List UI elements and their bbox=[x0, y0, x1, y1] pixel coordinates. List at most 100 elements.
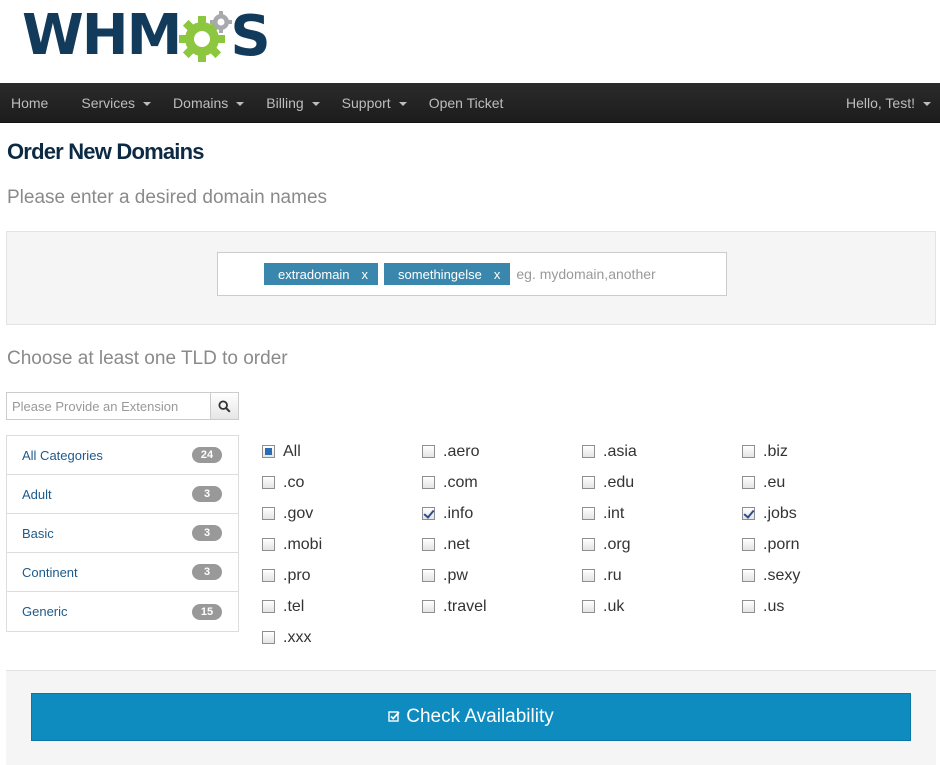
tag-remove-icon[interactable]: x bbox=[362, 267, 369, 282]
category-item-basic[interactable]: Basic 3 bbox=[7, 514, 238, 553]
chevron-down-icon bbox=[398, 101, 407, 106]
nav-support[interactable]: Support bbox=[331, 83, 418, 123]
extension-search-button[interactable] bbox=[211, 392, 239, 420]
tld-checkbox[interactable] bbox=[742, 538, 755, 551]
tld-checkbox[interactable] bbox=[582, 569, 595, 582]
search-icon bbox=[218, 399, 231, 413]
tld-checkbox[interactable] bbox=[422, 476, 435, 489]
tld-checkbox[interactable] bbox=[422, 569, 435, 582]
tld-label: .sexy bbox=[763, 566, 801, 584]
nav-domains[interactable]: Domains bbox=[162, 83, 255, 123]
tld-label: .asia bbox=[603, 442, 637, 460]
tld-label: .biz bbox=[763, 442, 788, 460]
tld-checkbox[interactable] bbox=[262, 600, 275, 613]
tld-option[interactable]: .biz bbox=[742, 436, 902, 467]
tld-option[interactable]: .tel bbox=[262, 591, 422, 622]
tld-option[interactable]: .ru bbox=[582, 560, 742, 591]
nav-open-ticket[interactable]: Open Ticket bbox=[418, 83, 515, 123]
tld-option[interactable]: .uk bbox=[582, 591, 742, 622]
tld-checkbox[interactable] bbox=[262, 538, 275, 551]
category-count-badge: 3 bbox=[192, 564, 222, 580]
tld-checkbox[interactable] bbox=[582, 507, 595, 520]
gear-logo-icon bbox=[179, 11, 233, 62]
tld-option[interactable]: .eu bbox=[742, 467, 902, 498]
extension-search-input[interactable]: Please Provide an Extension bbox=[6, 392, 211, 420]
tld-label: .ru bbox=[603, 566, 622, 584]
tld-option[interactable]: .us bbox=[742, 591, 902, 622]
category-item-continent[interactable]: Continent 3 bbox=[7, 553, 238, 592]
logo-text-left: WHM bbox=[22, 3, 182, 68]
tld-checkbox[interactable] bbox=[262, 507, 275, 520]
whmcs-logo[interactable]: WHM S bbox=[22, 3, 271, 69]
domain-tag: somethingelse x bbox=[384, 263, 511, 285]
nav-user-menu[interactable]: Hello, Test! bbox=[835, 83, 940, 123]
tld-checkbox[interactable] bbox=[422, 445, 435, 458]
category-label: Basic bbox=[22, 525, 54, 541]
tld-option[interactable]: .int bbox=[582, 498, 742, 529]
nav-home[interactable]: Home bbox=[0, 83, 70, 123]
tld-checkbox[interactable] bbox=[582, 445, 595, 458]
tld-option[interactable]: .xxx bbox=[262, 622, 422, 653]
domain-tag-input[interactable]: extradomain x somethingelse x eg. mydoma… bbox=[217, 252, 727, 296]
category-label: Continent bbox=[22, 564, 78, 580]
nav-open-ticket-label: Open Ticket bbox=[428, 94, 504, 111]
tld-checkbox[interactable] bbox=[262, 445, 275, 458]
tld-option[interactable]: .edu bbox=[582, 467, 742, 498]
tld-option[interactable]: .mobi bbox=[262, 529, 422, 560]
category-count-badge: 24 bbox=[192, 447, 222, 463]
tld-option[interactable]: .aero bbox=[422, 436, 582, 467]
tld-label: .eu bbox=[763, 473, 786, 491]
tld-label: .com bbox=[443, 473, 478, 491]
category-item-adult[interactable]: Adult 3 bbox=[7, 475, 238, 514]
chevron-down-icon bbox=[311, 101, 320, 106]
tld-label: .aero bbox=[443, 442, 480, 460]
tld-checkbox[interactable] bbox=[262, 476, 275, 489]
tld-checkbox[interactable] bbox=[742, 569, 755, 582]
tld-option[interactable]: .asia bbox=[582, 436, 742, 467]
tld-option[interactable]: .com bbox=[422, 467, 582, 498]
tld-checkbox[interactable] bbox=[742, 476, 755, 489]
chevron-down-icon bbox=[143, 101, 152, 106]
tld-checkbox[interactable] bbox=[742, 507, 755, 520]
tld-label: .org bbox=[603, 535, 631, 553]
tld-checkbox[interactable] bbox=[742, 600, 755, 613]
tld-checkbox[interactable] bbox=[262, 569, 275, 582]
category-count-badge: 15 bbox=[192, 603, 222, 620]
tld-checkbox[interactable] bbox=[582, 538, 595, 551]
tld-option[interactable]: .pw bbox=[422, 560, 582, 591]
tld-option[interactable]: .co bbox=[262, 467, 422, 498]
tld-option[interactable]: .porn bbox=[742, 529, 902, 560]
tld-label: .tel bbox=[283, 597, 305, 615]
category-item-generic[interactable]: Generic 15 bbox=[7, 592, 238, 631]
nav-services-label: Services bbox=[81, 94, 136, 111]
tld-option[interactable]: .net bbox=[422, 529, 582, 560]
tld-checkbox[interactable] bbox=[742, 445, 755, 458]
tld-option[interactable]: .jobs bbox=[742, 498, 902, 529]
extension-search: Please Provide an Extension bbox=[6, 392, 239, 420]
tld-option[interactable]: .sexy bbox=[742, 560, 902, 591]
nav-services[interactable]: Services bbox=[70, 83, 162, 123]
domain-input-placeholder[interactable]: eg. mydomain,another bbox=[516, 266, 655, 282]
nav-billing[interactable]: Billing bbox=[255, 83, 330, 123]
category-count-badge: 3 bbox=[192, 525, 222, 541]
tld-checkbox[interactable] bbox=[422, 600, 435, 613]
tld-label: .edu bbox=[603, 473, 635, 491]
tld-option[interactable]: .org bbox=[582, 529, 742, 560]
tld-checkbox[interactable] bbox=[582, 600, 595, 613]
tld-checkbox[interactable] bbox=[422, 507, 435, 520]
category-list: All Categories 24 Adult 3 Basic 3 Continent… bbox=[6, 435, 239, 632]
tld-option[interactable]: .pro bbox=[262, 560, 422, 591]
tld-checkbox[interactable] bbox=[582, 476, 595, 489]
tld-checkbox[interactable] bbox=[262, 631, 275, 644]
tld-option[interactable]: .info bbox=[422, 498, 582, 529]
category-label: Generic bbox=[22, 604, 68, 619]
tld-option[interactable]: .travel bbox=[422, 591, 582, 622]
category-item-all[interactable]: All Categories 24 bbox=[7, 436, 238, 475]
tld-checkbox[interactable] bbox=[422, 538, 435, 551]
tld-label: All bbox=[283, 442, 301, 460]
tld-option[interactable]: All bbox=[262, 436, 422, 467]
tld-label: .net bbox=[443, 535, 470, 553]
tld-option[interactable]: .gov bbox=[262, 498, 422, 529]
check-availability-button[interactable]: Check Availability bbox=[31, 693, 911, 741]
tag-remove-icon[interactable]: x bbox=[494, 267, 501, 282]
